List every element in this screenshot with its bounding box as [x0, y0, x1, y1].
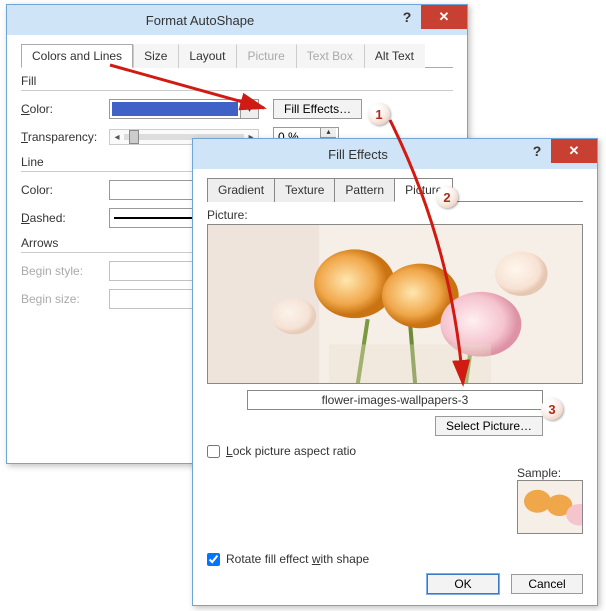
autoshape-tabs: Colors and Lines Size Layout Picture Tex… [21, 43, 453, 68]
lock-aspect-label: Lock picture aspect ratio [226, 444, 356, 458]
cancel-button[interactable]: Cancel [511, 574, 583, 594]
tab-textbox: Text Box [296, 44, 364, 68]
lock-aspect-checkbox[interactable] [207, 445, 220, 458]
fill-color-label: Color: [21, 102, 103, 116]
rotate-fill-checkbox[interactable] [207, 553, 220, 566]
fill-effects-dialog: Fill Effects ? ✕ Gradient Texture Patter… [192, 138, 598, 606]
callout-1: 1 [368, 103, 390, 125]
fill-color-combo[interactable]: ▾ [109, 99, 259, 119]
help-button[interactable]: ? [523, 139, 551, 163]
sample-preview [517, 480, 583, 534]
ok-button[interactable]: OK [427, 574, 499, 594]
tab-alttext[interactable]: Alt Text [364, 44, 425, 68]
close-button[interactable]: ✕ [551, 139, 597, 163]
titlebar-filleffects: Fill Effects ? ✕ [193, 139, 597, 169]
rotate-fill-label: Rotate fill effect with shape [226, 552, 369, 566]
tab-texture[interactable]: Texture [274, 178, 335, 202]
fill-effects-button[interactable]: Fill Effects… [273, 99, 362, 119]
rotate-fill-check[interactable]: Rotate fill effect with shape [207, 552, 583, 566]
slider-left-icon: ◂ [110, 132, 124, 143]
titlebar-autoshape: Format AutoShape ? ✕ [7, 5, 467, 35]
flower-image [208, 225, 582, 383]
tab-colors-and-lines[interactable]: Colors and Lines [21, 44, 133, 68]
line-color-swatch [112, 183, 198, 197]
fill-header: Fill [21, 74, 453, 91]
dash-swatch [114, 217, 196, 219]
slider-thumb[interactable] [129, 130, 139, 144]
dialog-title: Format AutoShape [7, 13, 393, 28]
callout-3: 3 [541, 398, 563, 420]
tab-gradient[interactable]: Gradient [207, 178, 275, 202]
fill-color-swatch [112, 102, 238, 116]
picture-preview [207, 224, 583, 384]
line-color-label: Color: [21, 183, 103, 197]
transparency-label: Transparency: [21, 130, 103, 144]
callout-2: 2 [436, 186, 458, 208]
filleffects-tabs: Gradient Texture Pattern Picture [207, 177, 583, 202]
dialog-buttons: OK Cancel [207, 574, 583, 594]
help-button[interactable]: ? [393, 5, 421, 29]
tab-picture: Picture [236, 44, 295, 68]
tab-pattern[interactable]: Pattern [334, 178, 395, 202]
select-picture-button[interactable]: Select Picture… [435, 416, 543, 436]
picture-label: Picture: [207, 208, 583, 222]
tab-layout[interactable]: Layout [178, 44, 236, 68]
tab-size[interactable]: Size [133, 44, 178, 68]
close-button[interactable]: ✕ [421, 5, 467, 29]
picture-name-field: flower-images-wallpapers-3 [247, 390, 543, 410]
dialog-title: Fill Effects [193, 147, 523, 162]
begin-size-label: Begin size: [21, 292, 103, 306]
sample-label: Sample: [517, 466, 583, 480]
lock-aspect-check[interactable]: Lock picture aspect ratio [207, 444, 583, 458]
line-dashed-label: Dashed: [21, 211, 103, 225]
begin-style-label: Begin style: [21, 264, 103, 278]
chevron-down-icon: ▾ [240, 100, 258, 118]
